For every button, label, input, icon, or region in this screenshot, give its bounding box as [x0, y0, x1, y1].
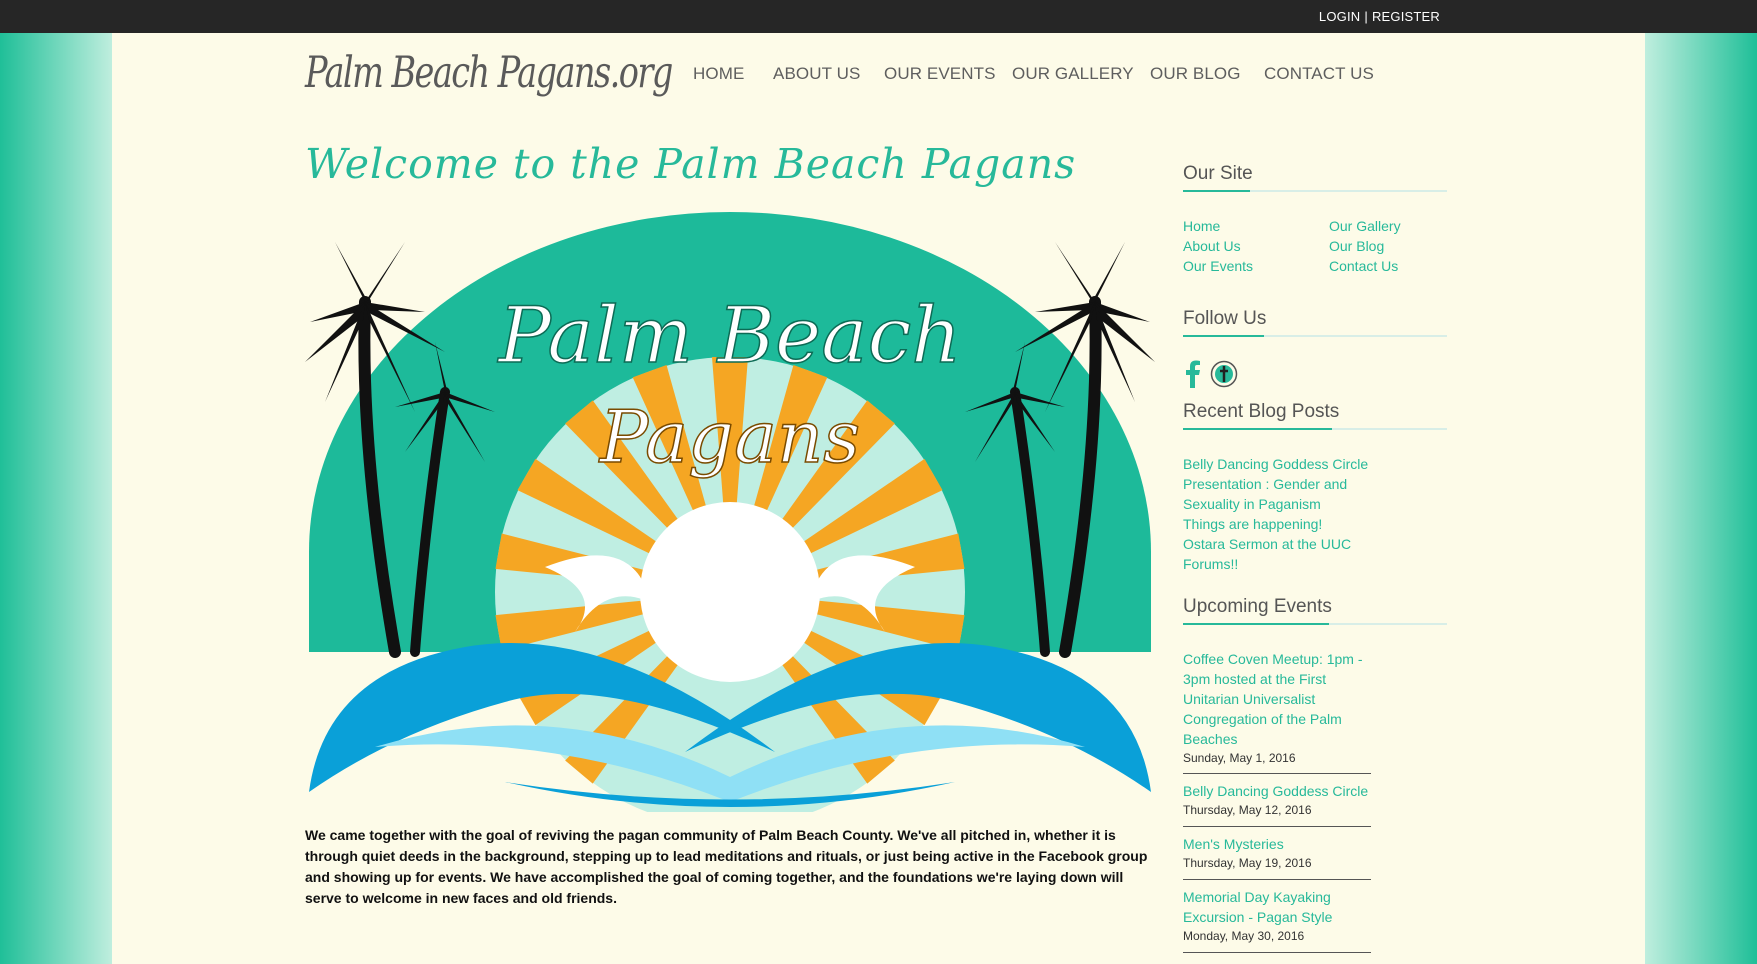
hero-logo-image: Palm Beach Pagans	[305, 212, 1155, 812]
event-link[interactable]: Coffee Coven Meetup: 1pm -	[1183, 651, 1363, 667]
site-logo[interactable]: Palm Beach Pagans.org	[305, 48, 673, 98]
blog-post-link[interactable]: Things are happening!	[1183, 516, 1322, 532]
nav-about-us[interactable]: ABOUT US	[773, 64, 860, 84]
auth-links: LOGIN | REGISTER	[1319, 9, 1440, 24]
recent-posts-accent	[1183, 428, 1332, 430]
facebook-icon[interactable]	[1183, 360, 1203, 388]
event-link[interactable]: Belly Dancing Goddess Circle	[1183, 783, 1368, 799]
blog-post-link[interactable]: Presentation : Gender and	[1183, 476, 1347, 492]
sidebar-link-our-gallery[interactable]: Our Gallery	[1329, 218, 1401, 234]
event-link[interactable]: 3pm hosted at the First	[1183, 671, 1326, 687]
nav-our-blog[interactable]: OUR BLOG	[1150, 64, 1241, 84]
event-link[interactable]: Excursion - Pagan Style	[1183, 909, 1332, 925]
sidebar-link-home[interactable]: Home	[1183, 218, 1220, 234]
event-link[interactable]: Memorial Day Kayaking	[1183, 889, 1331, 905]
auth-separator: |	[1364, 9, 1368, 24]
top-bar: LOGIN | REGISTER	[0, 0, 1757, 33]
event-divider	[1183, 773, 1371, 774]
sidebar-link-our-blog[interactable]: Our Blog	[1329, 238, 1384, 254]
event-divider	[1183, 826, 1371, 827]
event-link[interactable]: Congregation of the Palm	[1183, 711, 1342, 727]
event-divider	[1183, 879, 1371, 880]
follow-us-accent	[1183, 335, 1264, 337]
sidebar-link-about-us[interactable]: About Us	[1183, 238, 1241, 254]
recent-posts-heading: Recent Blog Posts	[1183, 401, 1340, 422]
event-link[interactable]: Unitarian Universalist	[1183, 691, 1315, 707]
blog-post-link[interactable]: Sexuality in Paganism	[1183, 496, 1321, 512]
nav-our-gallery[interactable]: OUR GALLERY	[1012, 64, 1134, 84]
event-date: Monday, May 30, 2016	[1183, 929, 1305, 943]
blog-post-link[interactable]: Belly Dancing Goddess Circle	[1183, 456, 1368, 472]
our-site-heading: Our Site	[1183, 163, 1253, 184]
nav-our-events[interactable]: OUR EVENTS	[884, 64, 996, 84]
sidebar-link-contact-us[interactable]: Contact Us	[1329, 258, 1398, 274]
hero-title-line2: Pagans	[598, 395, 860, 479]
event-divider	[1183, 952, 1371, 953]
nav-home[interactable]: HOME	[693, 64, 744, 84]
event-date: Sunday, May 1, 2016	[1183, 751, 1296, 765]
login-link[interactable]: LOGIN	[1319, 9, 1360, 24]
blog-post-link[interactable]: Ostara Sermon at the UUC	[1183, 536, 1351, 552]
blog-post-link[interactable]: Forums!!	[1183, 556, 1238, 572]
nav-contact-us[interactable]: CONTACT US	[1264, 64, 1374, 84]
meetup-icon[interactable]	[1210, 360, 1238, 388]
upcoming-events-accent	[1183, 623, 1329, 625]
hero-title-line1: Palm Beach	[496, 291, 961, 381]
upcoming-events-heading: Upcoming Events	[1183, 596, 1332, 617]
event-link[interactable]: Men's Mysteries	[1183, 836, 1284, 852]
event-link[interactable]: Beaches	[1183, 731, 1237, 747]
register-link[interactable]: REGISTER	[1372, 9, 1440, 24]
event-date: Thursday, May 19, 2016	[1183, 856, 1312, 870]
event-date: Thursday, May 12, 2016	[1183, 803, 1312, 817]
sidebar-link-our-events[interactable]: Our Events	[1183, 258, 1253, 274]
intro-paragraph: We came together with the goal of revivi…	[305, 827, 1148, 906]
follow-us-heading: Follow Us	[1183, 308, 1267, 329]
welcome-heading: Welcome to the Palm Beach Pagans	[305, 140, 1077, 188]
our-site-accent	[1183, 190, 1250, 192]
